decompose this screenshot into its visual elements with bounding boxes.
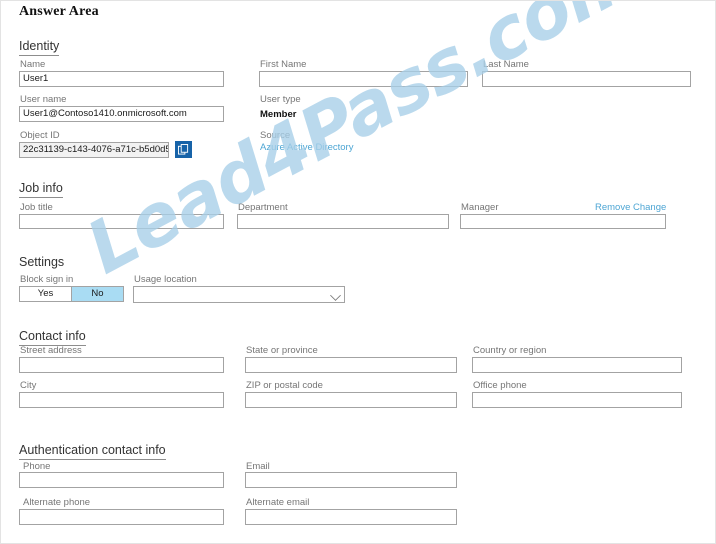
- watermark-layer: Lead4Pass.com: [1, 0, 715, 543]
- answer-area-page: Answer Area Identity Name User1 First Na…: [0, 0, 716, 544]
- watermark-text: Lead4Pass.com: [73, 0, 651, 291]
